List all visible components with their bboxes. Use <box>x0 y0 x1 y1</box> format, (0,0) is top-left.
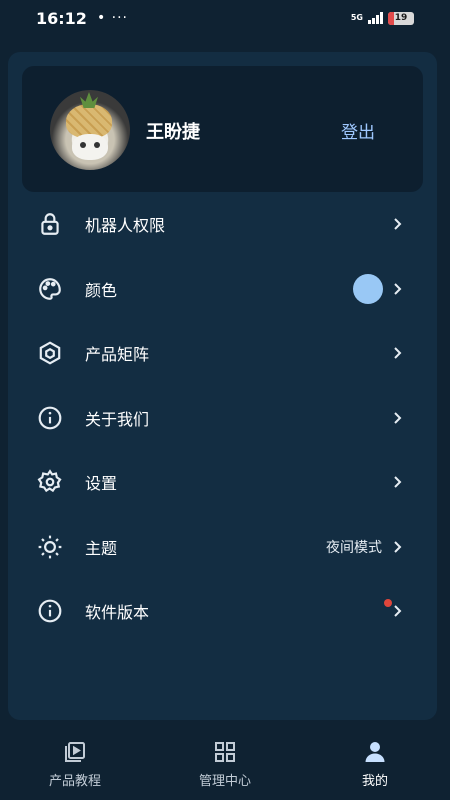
profile-card: 王盼捷 登出 <box>22 66 423 192</box>
play-library-icon <box>65 742 85 762</box>
status-notification-dots: • ··· <box>96 10 128 26</box>
theme-value: 夜间模式 <box>326 539 382 556</box>
battery-icon: 19 <box>388 11 414 25</box>
status-bar: 16:12 • ··· 5G 19 <box>0 0 450 36</box>
chevron-right-icon <box>391 216 403 232</box>
battery-level: 19 <box>394 13 408 23</box>
logout-button[interactable]: 登出 <box>341 118 375 143</box>
person-icon <box>365 742 385 762</box>
menu-item-product-matrix[interactable]: 产品矩阵 <box>8 321 437 386</box>
chevron-right-icon <box>391 603 403 619</box>
main-panel: 王盼捷 登出 机器人权限 颜色 产品矩阵 关于我们 设置 主题 夜间模式 软件版… <box>8 52 437 720</box>
tab-product-tutorial[interactable]: 产品教程 <box>0 728 150 800</box>
menu-item-theme[interactable]: 主题 夜间模式 <box>8 515 437 580</box>
tab-management-center[interactable]: 管理中心 <box>150 728 300 800</box>
sun-icon <box>37 534 63 560</box>
chevron-right-icon <box>391 539 403 555</box>
bottom-nav: 产品教程 管理中心 我的 <box>0 728 450 800</box>
tab-label: 我的 <box>361 774 388 789</box>
hexagon-cube-icon <box>37 340 63 366</box>
menu-item-robot-permissions[interactable]: 机器人权限 <box>8 192 437 257</box>
menu-item-label: 设置 <box>85 474 118 494</box>
menu-item-label: 机器人权限 <box>85 216 166 236</box>
settings-menu: 机器人权限 颜色 产品矩阵 关于我们 设置 主题 夜间模式 软件版本 <box>8 192 437 644</box>
chevron-right-icon <box>391 281 403 297</box>
menu-item-software-version[interactable]: 软件版本 <box>8 579 437 644</box>
info-icon <box>37 598 63 624</box>
menu-item-about-us[interactable]: 关于我们 <box>8 386 437 451</box>
menu-item-label: 软件版本 <box>85 603 150 623</box>
tab-label: 管理中心 <box>198 774 251 789</box>
chevron-right-icon <box>391 345 403 361</box>
palette-icon <box>37 276 63 302</box>
menu-item-label: 产品矩阵 <box>85 345 150 365</box>
avatar[interactable] <box>50 90 130 170</box>
menu-item-color[interactable]: 颜色 <box>8 257 437 322</box>
tab-mine[interactable]: 我的 <box>300 728 450 800</box>
info-icon <box>37 405 63 431</box>
username: 王盼捷 <box>146 122 200 143</box>
chevron-right-icon <box>391 410 403 426</box>
tab-label: 产品教程 <box>48 774 101 789</box>
menu-item-label: 颜色 <box>85 280 118 300</box>
grid-icon <box>215 742 235 762</box>
network-type: 5G <box>350 13 363 22</box>
color-swatch[interactable] <box>353 273 383 304</box>
menu-item-settings[interactable]: 设置 <box>8 450 437 515</box>
status-time: 16:12 <box>36 8 87 28</box>
chevron-right-icon <box>391 474 403 490</box>
lock-icon <box>37 211 63 237</box>
status-right: 5G 19 <box>350 11 414 25</box>
menu-item-label: 关于我们 <box>85 409 150 429</box>
menu-item-label: 主题 <box>85 538 118 558</box>
gear-icon <box>37 469 63 495</box>
signal-icon <box>368 12 383 24</box>
